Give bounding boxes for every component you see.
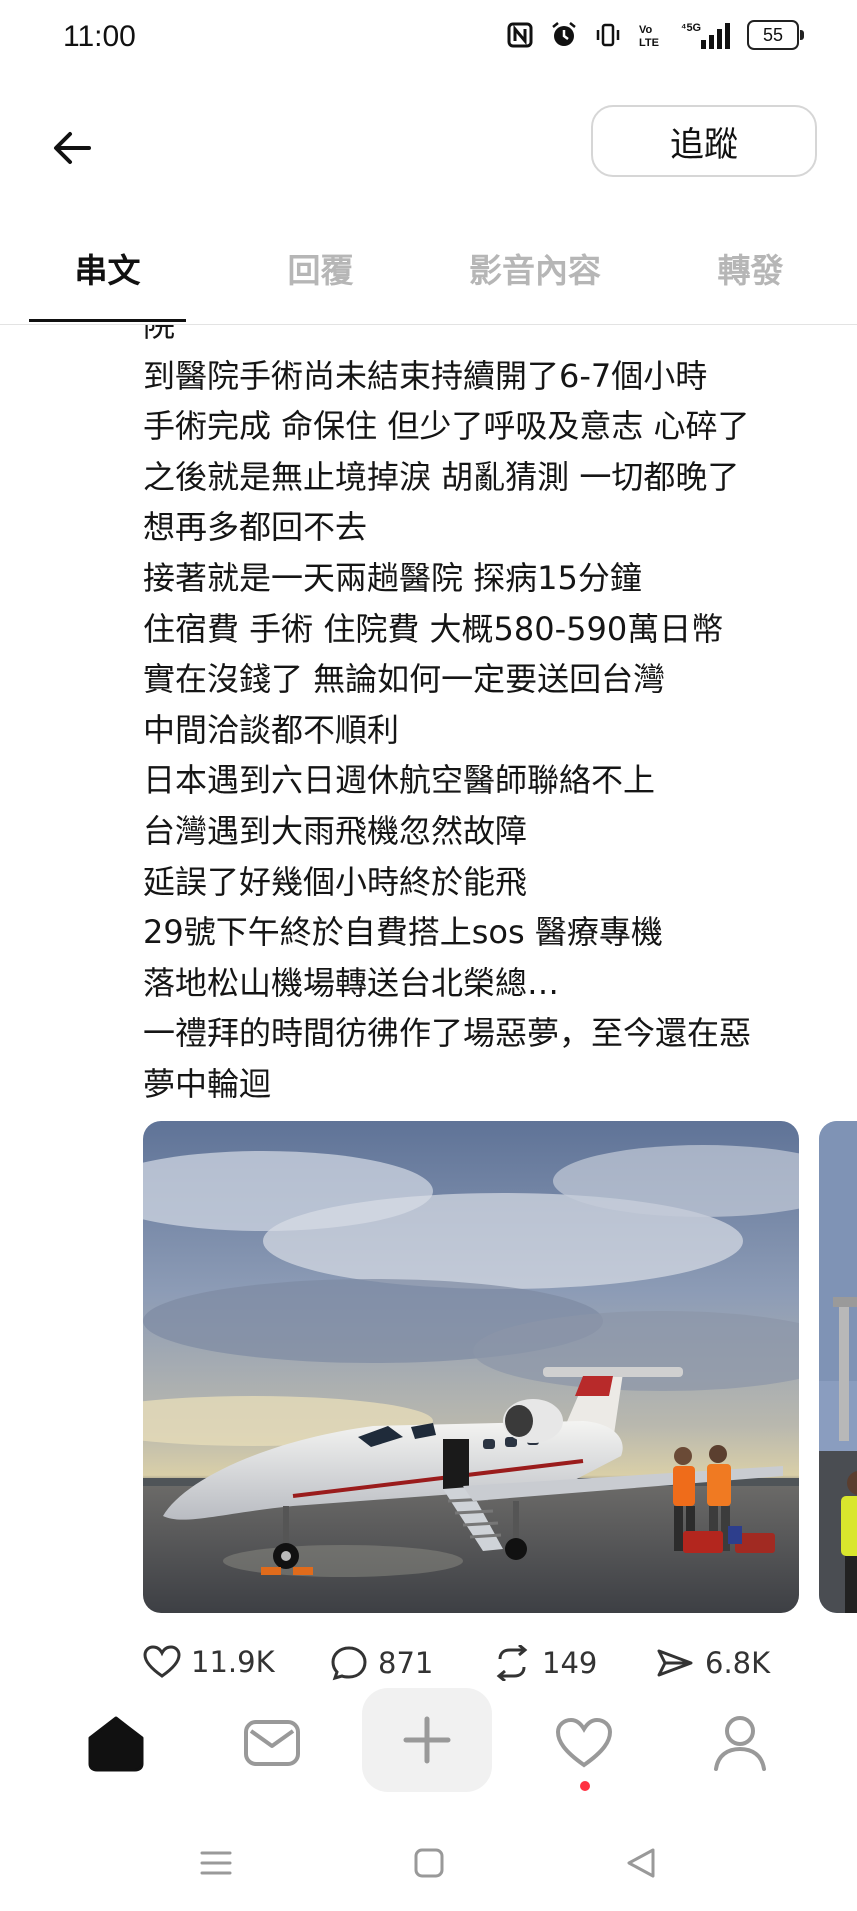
- status-time: 11:00: [63, 20, 136, 53]
- share-count: 6.8K: [705, 1646, 771, 1680]
- 5g-signal-icon: ⁴5G: [681, 20, 733, 50]
- repost-count: 149: [542, 1646, 598, 1680]
- repost-icon: [496, 1645, 528, 1681]
- inbox-icon: [244, 1720, 300, 1766]
- nav-activity[interactable]: [534, 1693, 634, 1793]
- system-nav: [0, 1820, 857, 1911]
- menu-button[interactable]: [191, 1838, 241, 1888]
- share-icon: [657, 1649, 693, 1677]
- active-tab-indicator: [29, 319, 186, 322]
- bottom-nav: [0, 1685, 857, 1800]
- tab-replies[interactable]: 回覆: [242, 244, 399, 304]
- post-line: 日本遇到六日週休航空醫師聯絡不上: [143, 761, 656, 800]
- follow-button[interactable]: 追蹤: [591, 105, 817, 177]
- home-square-icon: [414, 1848, 444, 1878]
- post-photo[interactable]: [143, 1121, 799, 1613]
- heart-icon: [143, 1645, 181, 1678]
- tab-media[interactable]: 影音內容: [445, 244, 625, 304]
- post-line: 住宿費 手術 住院費 大概580-590萬日幣: [143, 609, 724, 648]
- svg-text:Vo: Vo: [639, 24, 653, 36]
- comment-icon: [331, 1646, 367, 1681]
- post-text: 院 到醫院手術尚未結束持續開了6-7個小時 手術完成 命保住 但少了呼吸及意志 …: [143, 325, 843, 1110]
- back-button[interactable]: [44, 120, 100, 176]
- svg-text:⁴5G: ⁴5G: [681, 22, 701, 34]
- post-line: 之後就是無止境掉淚 胡亂猜測 一切都晚了: [143, 457, 740, 496]
- nav-inbox[interactable]: [222, 1693, 322, 1793]
- post-line: 台灣遇到大雨飛機忽然故障: [143, 811, 528, 850]
- repost-button[interactable]: 149: [492, 1645, 597, 1681]
- post-line: 延誤了好幾個小時終於能飛: [143, 862, 528, 901]
- post-line: 手術完成 命保住 但少了呼吸及意志 心碎了: [143, 407, 750, 446]
- comment-count: 871: [378, 1646, 434, 1680]
- system-home-button[interactable]: [404, 1838, 454, 1888]
- post-photo-next[interactable]: [819, 1121, 857, 1613]
- header: 追蹤: [0, 90, 857, 200]
- post-line: 落地松山機場轉送台北榮總…: [143, 963, 560, 1002]
- notification-dot: [580, 1781, 590, 1791]
- nfc-icon: [505, 20, 535, 50]
- like-count: 11.9K: [191, 1645, 275, 1679]
- tab-threads[interactable]: 串文: [29, 244, 186, 304]
- volte-icon: Vo LTE: [637, 20, 667, 50]
- svg-text:LTE: LTE: [639, 37, 659, 49]
- thread-content[interactable]: 院 到醫院手術尚未結束持續開了6-7個小時 手術完成 命保住 但少了呼吸及意志 …: [0, 325, 857, 1685]
- post-line: 院: [143, 325, 176, 344]
- activity-icon: [555, 1717, 613, 1768]
- post-line: 想再多都回不去: [143, 508, 368, 547]
- nav-compose[interactable]: [362, 1688, 492, 1792]
- post-line: 一禮拜的時間彷彿作了場惡夢，至今還在惡: [143, 1014, 752, 1053]
- arrow-left-icon: [54, 132, 91, 164]
- like-button[interactable]: 11.9K: [143, 1645, 275, 1679]
- comment-button[interactable]: 871: [330, 1645, 433, 1681]
- menu-icon: [200, 1851, 232, 1875]
- profile-tabs: 串文 回覆 影音內容 轉發: [0, 222, 857, 325]
- status-icons: Vo LTE ⁴5G 55: [505, 20, 804, 50]
- battery-indicator: 55: [747, 20, 804, 50]
- tab-reposts[interactable]: 轉發: [672, 244, 829, 304]
- alarm-icon: [549, 20, 579, 50]
- back-triangle-icon: [627, 1848, 655, 1878]
- status-bar: 11:00 Vo LTE ⁴5G 55: [0, 0, 857, 80]
- post-line: 夢中輪迴: [143, 1064, 272, 1103]
- share-button[interactable]: 6.8K: [655, 1645, 770, 1681]
- post-line: 到醫院手術尚未結束持續開了6-7個小時: [143, 356, 708, 395]
- nav-profile[interactable]: [690, 1693, 790, 1793]
- home-icon: [88, 1716, 144, 1772]
- post-line: 接著就是一天兩趟醫院 探病15分鐘: [143, 558, 642, 597]
- compose-icon: [403, 1716, 451, 1764]
- vibrate-icon: [593, 20, 623, 50]
- system-back-button[interactable]: [616, 1838, 666, 1888]
- post-line: 中間洽談都不順利: [143, 710, 400, 749]
- post-actions: 11.9K 871 149 6.8K: [0, 1645, 857, 1685]
- nav-home[interactable]: [66, 1693, 166, 1793]
- post-line: 實在沒錢了 無論如何一定要送回台灣: [143, 660, 666, 699]
- post-line: 29號下午終於自費搭上sos 醫療專機: [143, 913, 663, 952]
- profile-icon: [714, 1716, 766, 1771]
